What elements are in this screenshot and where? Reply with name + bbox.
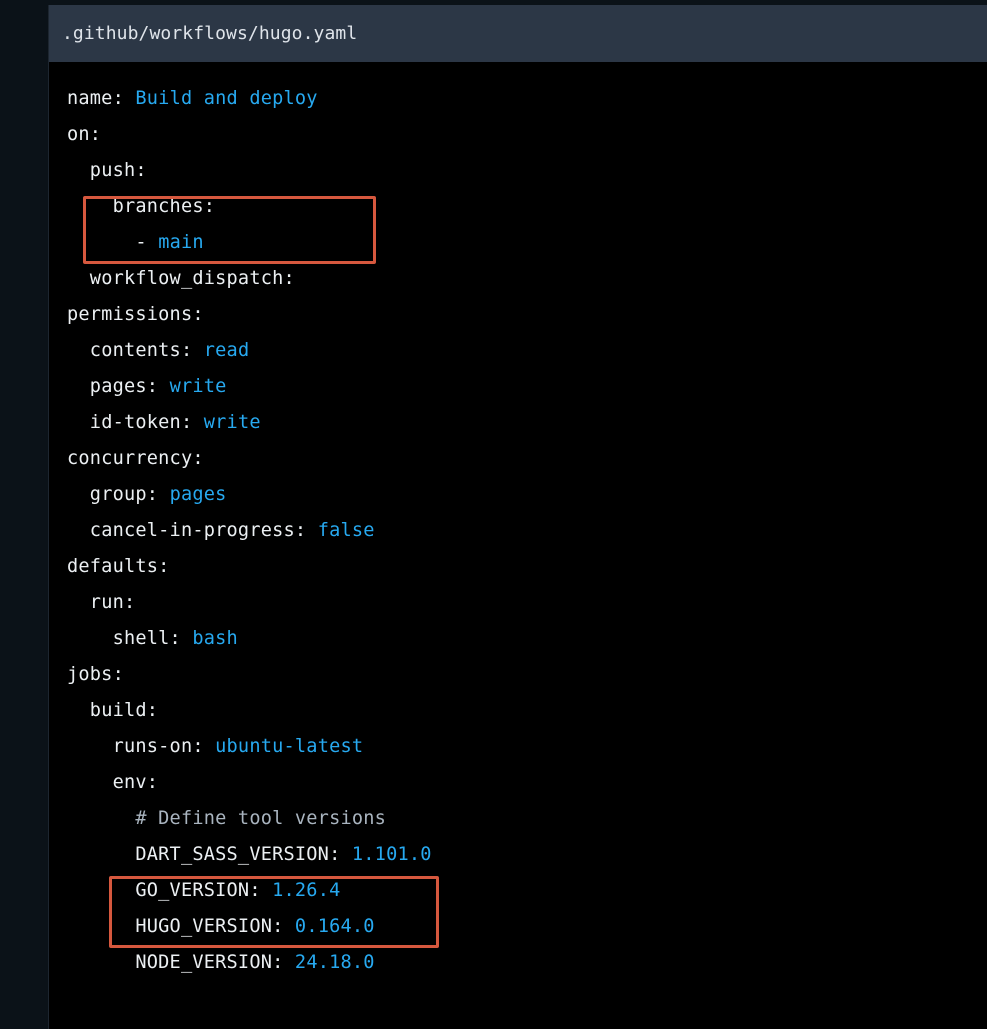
code-key: workflow_dispatch:	[89, 268, 295, 289]
code-key: on:	[67, 124, 102, 145]
code-line: build:	[67, 693, 432, 729]
code-line: defaults:	[67, 549, 432, 585]
code-line: DART_SASS_VERSION: 1.101.0	[67, 837, 432, 873]
code-line: jobs:	[67, 657, 432, 693]
code-line: pages: write	[67, 369, 432, 405]
code-key: run:	[89, 592, 136, 613]
code-key: build:	[89, 700, 159, 721]
code-key: contents:	[89, 340, 193, 361]
code-line: env:	[67, 765, 432, 801]
code-line: contents: read	[67, 333, 432, 369]
code-key: DART_SASS_VERSION:	[135, 844, 341, 865]
code-key: permissions:	[67, 304, 204, 325]
code-line: runs-on: ubuntu-latest	[67, 729, 432, 765]
code-line: on:	[67, 117, 432, 153]
code-line: push:	[67, 153, 432, 189]
code-value: false	[317, 520, 375, 541]
code-key: defaults:	[67, 556, 170, 577]
code-line: group: pages	[67, 477, 432, 513]
code-key: id-token:	[89, 412, 193, 433]
code-line: concurrency:	[67, 441, 432, 477]
code-value: Build and deploy	[135, 88, 318, 109]
code-value: 1.101.0	[351, 844, 432, 865]
code-value: read	[203, 340, 250, 361]
code-line: NODE_VERSION: 24.18.0	[67, 945, 432, 981]
code-comment: # Define tool versions	[135, 808, 387, 829]
code-line: permissions:	[67, 297, 432, 333]
code-value: write	[169, 376, 227, 397]
code-key: runs-on:	[112, 736, 204, 757]
code-key: jobs:	[67, 664, 124, 685]
file-path-header: .github/workflows/hugo.yaml	[49, 5, 987, 62]
code-value: write	[203, 412, 261, 433]
highlight-box-branches	[83, 196, 376, 264]
code-key: push:	[89, 160, 147, 181]
code-line: workflow_dispatch:	[67, 261, 432, 297]
code-line: run:	[67, 585, 432, 621]
code-line: cancel-in-progress: false	[67, 513, 432, 549]
code-value: pages	[169, 484, 227, 505]
code-line: # Define tool versions	[67, 801, 432, 837]
code-line: id-token: write	[67, 405, 432, 441]
code-value: 24.18.0	[294, 952, 375, 973]
code-key: cancel-in-progress:	[89, 520, 307, 541]
code-key: pages:	[89, 376, 159, 397]
code-key: group:	[89, 484, 159, 505]
code-line: shell: bash	[67, 621, 432, 657]
highlight-box-versions	[109, 876, 439, 948]
code-key: NODE_VERSION:	[135, 952, 284, 973]
code-key: name:	[67, 88, 124, 109]
code-key: env:	[112, 772, 159, 793]
code-line: name: Build and deploy	[67, 81, 432, 117]
code-value: bash	[192, 628, 238, 649]
code-value: ubuntu-latest	[215, 736, 364, 757]
code-key: concurrency:	[67, 448, 204, 469]
screenshot-frame: .github/workflows/hugo.yaml name: Build …	[0, 0, 987, 1029]
code-key: shell:	[112, 628, 181, 649]
